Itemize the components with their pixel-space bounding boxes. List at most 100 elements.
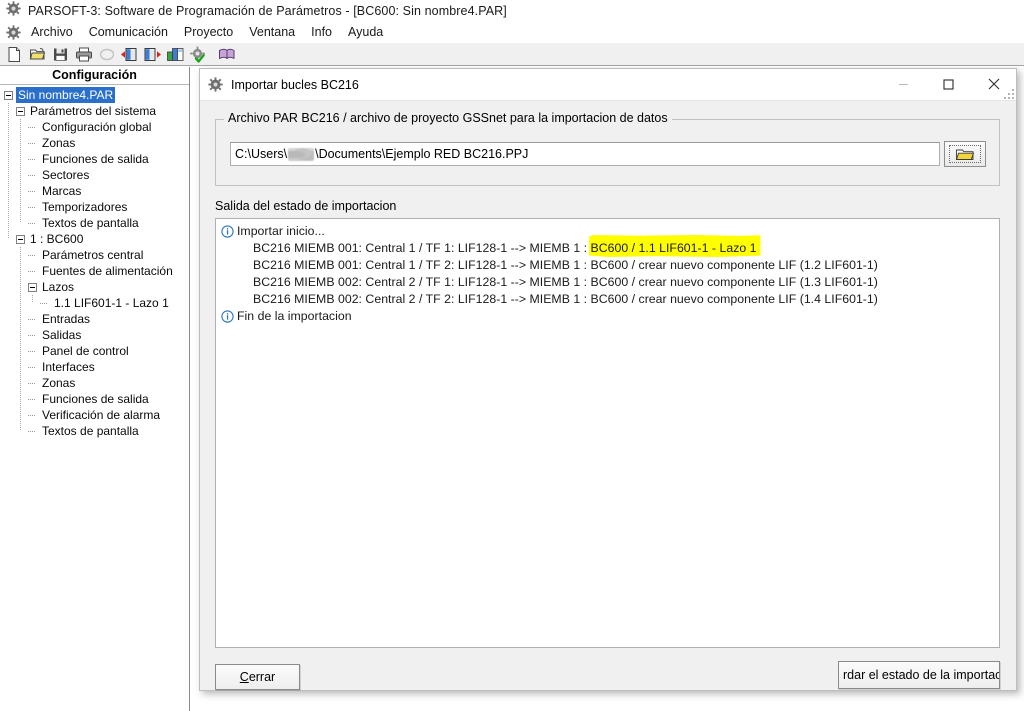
- tree-node-label: Verificación de alarma: [42, 408, 161, 422]
- workspace-background: [190, 691, 1024, 711]
- tree-node[interactable]: Sin nombre4.PAR: [0, 87, 189, 103]
- tree-node[interactable]: Textos de pantalla: [0, 215, 189, 231]
- tree-branch-icon: [28, 411, 37, 420]
- gear-check-icon[interactable]: [187, 44, 210, 65]
- tree-node[interactable]: Funciones de salida: [0, 151, 189, 167]
- import-arrow-icon[interactable]: [118, 44, 141, 65]
- log-line: Importar inicio...: [219, 223, 999, 240]
- collapse-icon[interactable]: [16, 234, 25, 244]
- collapse-icon[interactable]: [16, 106, 25, 116]
- tree-node[interactable]: Panel de control: [0, 343, 189, 359]
- resize-grip[interactable]: [1002, 87, 1014, 99]
- collapse-icon[interactable]: [4, 90, 13, 100]
- log-line-text: Importar inicio...: [237, 224, 325, 238]
- tree-node[interactable]: Marcas: [0, 183, 189, 199]
- log-line-text: Fin de la importacion: [237, 309, 352, 323]
- dialog-window-controls: [881, 69, 1016, 101]
- book-help-icon[interactable]: [215, 44, 238, 65]
- menu-proyecto[interactable]: Proyecto: [176, 24, 241, 41]
- tree-branch-icon: [28, 251, 37, 260]
- panel-compare-icon[interactable]: [164, 44, 187, 65]
- log-line: Fin de la importacion: [219, 308, 999, 325]
- tree-node[interactable]: Parámetros central: [0, 247, 189, 263]
- tree-node[interactable]: Interfaces: [0, 359, 189, 375]
- application-window: PARSOFT-3: Software de Programación de P…: [0, 0, 1024, 711]
- tree-node[interactable]: Configuración global: [0, 119, 189, 135]
- tree-node[interactable]: Temporizadores: [0, 199, 189, 215]
- app-titlebar: PARSOFT-3: Software de Programación de P…: [0, 0, 1024, 22]
- menu-ayuda[interactable]: Ayuda: [340, 24, 391, 41]
- tree-node-label: Temporizadores: [42, 200, 128, 214]
- tree-node-label: Parámetros del sistema: [30, 104, 157, 118]
- open-folder-icon[interactable]: [26, 44, 49, 65]
- tree-header-title: Configuración: [0, 67, 189, 85]
- browse-file-button[interactable]: [944, 141, 986, 167]
- log-line-text: BC216 MIEMB 001: Central 1 / TF 2: LIF12…: [253, 258, 878, 272]
- tree-node-label: Salidas: [42, 328, 82, 342]
- tree-branch-icon: [28, 219, 37, 228]
- log-line: BC216 MIEMB 002: Central 2 / TF 1: LIF12…: [219, 274, 999, 291]
- tree-node-label: Funciones de salida: [42, 392, 149, 406]
- tree-node-label: Marcas: [42, 184, 82, 198]
- tree-node[interactable]: Lazos: [0, 279, 189, 295]
- file-source-groupbox: Archivo PAR BC216 / archivo de proyecto …: [215, 111, 1000, 186]
- import-log-box[interactable]: Importar inicio... BC216 MIEMB 001: Centr…: [215, 218, 1000, 648]
- app-title: PARSOFT-3: Software de Programación de P…: [28, 4, 507, 18]
- info-icon: [219, 310, 235, 323]
- menu-comunicacion[interactable]: Comunicación: [81, 24, 176, 41]
- tree-node[interactable]: Textos de pantalla: [0, 423, 189, 439]
- info-icon: [219, 225, 235, 238]
- dialog-titlebar[interactable]: Importar bucles BC216: [200, 69, 1016, 101]
- file-path-suffix: \Documents\Ejemplo RED BC216.PPJ: [315, 147, 529, 161]
- tree-node-label: Textos de pantalla: [42, 424, 139, 438]
- tree-node[interactable]: 1 : BC600: [0, 231, 189, 247]
- tree-node[interactable]: 1.1 LIF601-1 - Lazo 1: [0, 295, 189, 311]
- tree-node-label: Panel de control: [42, 344, 129, 358]
- tree-node-label: Textos de pantalla: [42, 216, 139, 230]
- log-line-text: BC216 MIEMB 002: Central 2 / TF 1: LIF12…: [253, 275, 878, 289]
- tree-node[interactable]: Zonas: [0, 135, 189, 151]
- new-file-icon[interactable]: [3, 44, 26, 65]
- tree-node[interactable]: Zonas: [0, 375, 189, 391]
- tree-branch-icon: [40, 299, 49, 308]
- tree-node[interactable]: Verificación de alarma: [0, 407, 189, 423]
- log-line-text: BC216 MIEMB 002: Central 2 / TF 2: LIF12…: [253, 292, 878, 306]
- export-arrow-icon[interactable]: [141, 44, 164, 65]
- tree-node[interactable]: Funciones de salida: [0, 391, 189, 407]
- tree-branch-icon: [28, 123, 37, 132]
- tree-branch-icon: [28, 315, 37, 324]
- collapse-icon[interactable]: [28, 282, 37, 292]
- tree-node[interactable]: Sectores: [0, 167, 189, 183]
- tree-node-label: Zonas: [42, 136, 76, 150]
- tree-node[interactable]: Parámetros del sistema: [0, 103, 189, 119]
- file-path-prefix: C:\Users\: [235, 147, 288, 161]
- tree-node-label: 1.1 LIF601-1 - Lazo 1: [54, 296, 169, 310]
- tree-node-label: Fuentes de alimentación: [42, 264, 173, 278]
- maximize-icon[interactable]: [926, 69, 971, 100]
- close-button-rest: errar: [248, 670, 276, 684]
- file-source-legend: Archivo PAR BC216 / archivo de proyecto …: [224, 111, 672, 125]
- dialog-title: Importar bucles BC216: [231, 77, 359, 92]
- tree-node[interactable]: Fuentes de alimentación: [0, 263, 189, 279]
- save-disk-icon[interactable]: [49, 44, 72, 65]
- tree-node-label: Interfaces: [42, 360, 95, 374]
- print-icon[interactable]: [72, 44, 95, 65]
- minimize-icon[interactable]: [881, 69, 926, 100]
- log-line: BC216 MIEMB 001: Central 1 / TF 1: LIF12…: [219, 240, 999, 257]
- configuration-tree[interactable]: Sin nombre4.PAR Parámetros del sistema Con…: [0, 85, 189, 439]
- refresh-icon[interactable]: [95, 44, 118, 65]
- import-dialog: Importar bucles BC216 Archivo PAR BC216 …: [199, 68, 1017, 691]
- tree-branch-icon: [28, 427, 37, 436]
- menu-ventana[interactable]: Ventana: [241, 24, 303, 41]
- gear-app-icon: [6, 1, 21, 21]
- close-button[interactable]: Cerrar: [215, 664, 300, 690]
- save-import-state-button[interactable]: rdar el estado de la importaci: [838, 661, 1000, 689]
- tree-branch-icon: [28, 379, 37, 388]
- menu-info[interactable]: Info: [303, 24, 340, 41]
- open-folder-icon-browse: [949, 145, 981, 163]
- tree-node-label: 1 : BC600: [30, 232, 84, 246]
- file-path-input[interactable]: C:\Users\ \Documents\Ejemplo RED BC216.PP…: [230, 142, 940, 166]
- tree-node[interactable]: Salidas: [0, 327, 189, 343]
- menu-archivo[interactable]: Archivo: [23, 24, 81, 41]
- tree-node[interactable]: Entradas: [0, 311, 189, 327]
